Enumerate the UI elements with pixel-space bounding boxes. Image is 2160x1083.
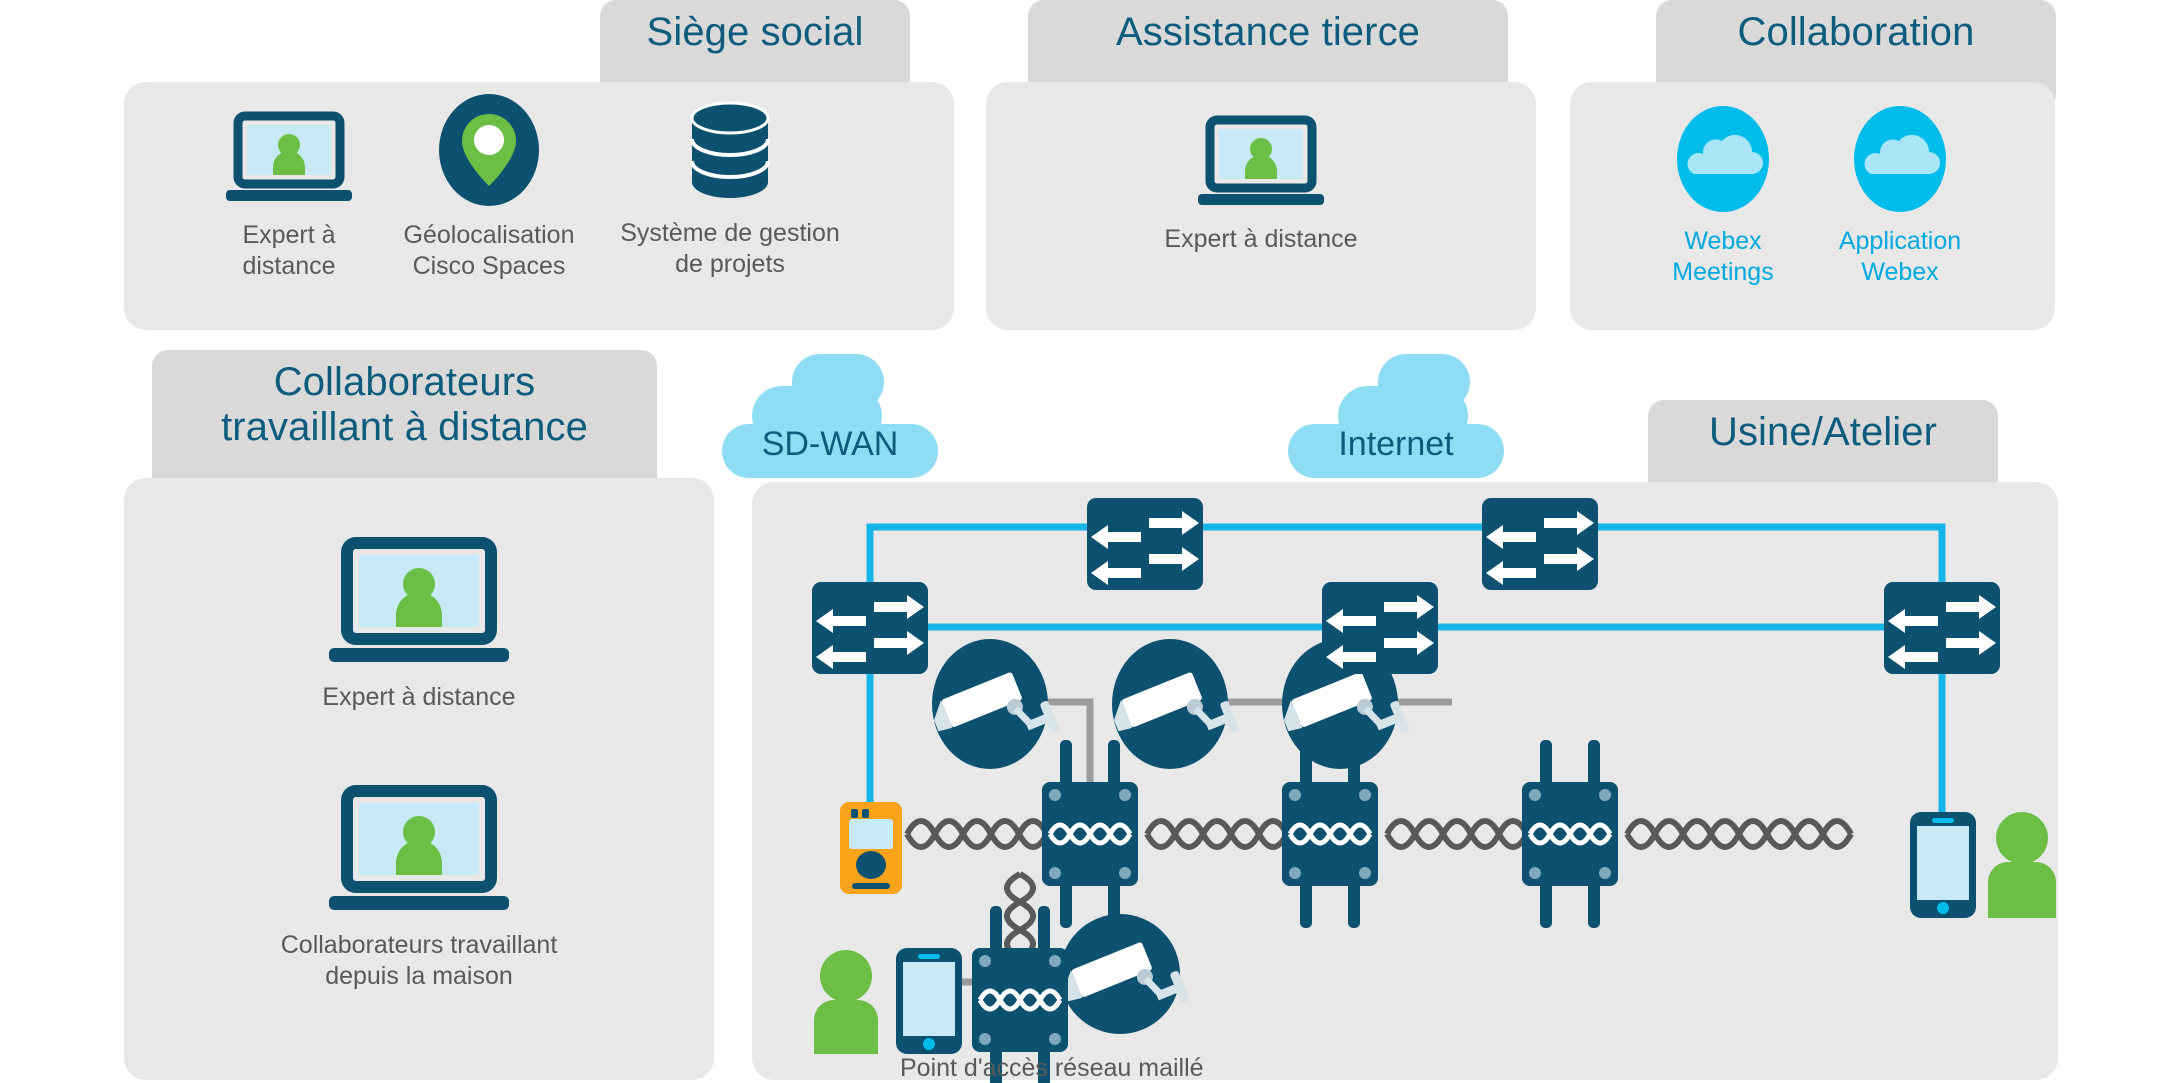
tab-collaboration-label: Collaboration <box>1737 10 1975 54</box>
collab-item-webex-meetings: Webex Meetings <box>1648 106 1798 287</box>
panel-third-party: Expert à distance <box>986 82 1536 330</box>
hq-item-geolocation: Géolocalisation Cisco Spaces <box>386 94 592 281</box>
diagram-canvas: Siège social Assistance tierce Collabora… <box>0 0 2160 1083</box>
panel-factory: Point d'accès réseau maillé <box>752 482 2058 1083</box>
third-party-item-remote-expert-label: Expert à distance <box>1164 225 1358 253</box>
laptop-person-icon <box>1192 115 1330 210</box>
laptop-person-icon <box>220 111 358 206</box>
cloud-internet: Internet <box>1280 348 1512 478</box>
switch-mid-left <box>812 582 928 674</box>
remote-item-expert-label: Expert à distance <box>322 683 516 711</box>
panel-hq: Expert à distance Géolocalisation Cisco … <box>124 82 954 330</box>
worker-phone-bottom <box>896 948 962 1054</box>
hq-item-geolocation-label: Géolocalisation Cisco Spaces <box>403 221 575 280</box>
database-icon <box>676 96 784 204</box>
cloud-circle-icon <box>1670 106 1776 212</box>
tab-third-party-label: Assistance tierce <box>1115 10 1421 54</box>
switch-top-left <box>1087 498 1203 590</box>
hq-item-project-mgmt-label: Système de gestion de projets <box>620 219 840 278</box>
collab-item-webex-meetings-label: Webex Meetings <box>1672 227 1774 286</box>
remote-item-expert: Expert à distance <box>244 537 594 713</box>
tab-remote-workers-label: Collaborateurs travaillant à distance <box>221 360 588 449</box>
switch-mid-center <box>1322 582 1438 674</box>
worker-person-bottom <box>814 950 878 1054</box>
mesh-ap-2 <box>1282 740 1378 928</box>
hq-item-remote-expert-label: Expert à distance <box>242 221 336 280</box>
tab-hq-label: Siège social <box>646 10 864 54</box>
collab-item-webex-app-label: Application Webex <box>1838 227 1962 286</box>
camera-1 <box>932 639 1059 769</box>
factory-network-svg <box>812 498 2056 1083</box>
tab-factory-label: Usine/Atelier <box>1708 410 1938 454</box>
camera-4 <box>1060 914 1189 1034</box>
worker-phone-right <box>1910 812 1976 918</box>
panel-remote-workers: Expert à distance Collaborateurs travail… <box>124 478 714 1080</box>
laptop-person-icon <box>321 785 517 916</box>
tab-remote-workers: Collaborateurs travaillant à distance <box>152 350 657 495</box>
mesh-ap-caption: Point d'accès réseau maillé <box>900 1054 1204 1082</box>
remote-item-home-workers-label: Collaborateurs travaillant depuis la mai… <box>280 931 558 990</box>
switch-top-right <box>1482 498 1598 590</box>
cloud-sdwan: SD-WAN <box>714 348 946 478</box>
laptop-person-icon <box>321 537 517 668</box>
panel-collaboration: Webex Meetings Application Webex <box>1570 82 2055 330</box>
switch-mid-right <box>1884 582 2000 674</box>
third-party-item-remote-expert: Expert à distance <box>1161 115 1361 255</box>
collab-item-webex-app: Application Webex <box>1820 106 1980 287</box>
remote-item-home-workers: Collaborateurs travaillant depuis la mai… <box>222 785 616 991</box>
handheld-scanner <box>840 802 902 894</box>
location-pin-icon <box>433 94 545 206</box>
cloud-circle-icon <box>1847 106 1953 212</box>
camera-2 <box>1112 639 1239 769</box>
hq-item-project-mgmt: Système de gestion de projets <box>596 96 864 279</box>
cloud-sdwan-label: SD-WAN <box>761 425 899 463</box>
cloud-internet-label: Internet <box>1338 425 1454 463</box>
mesh-ap-3 <box>1522 740 1618 928</box>
hq-item-remote-expert: Expert à distance <box>194 111 384 281</box>
worker-person-right <box>1988 812 2056 918</box>
